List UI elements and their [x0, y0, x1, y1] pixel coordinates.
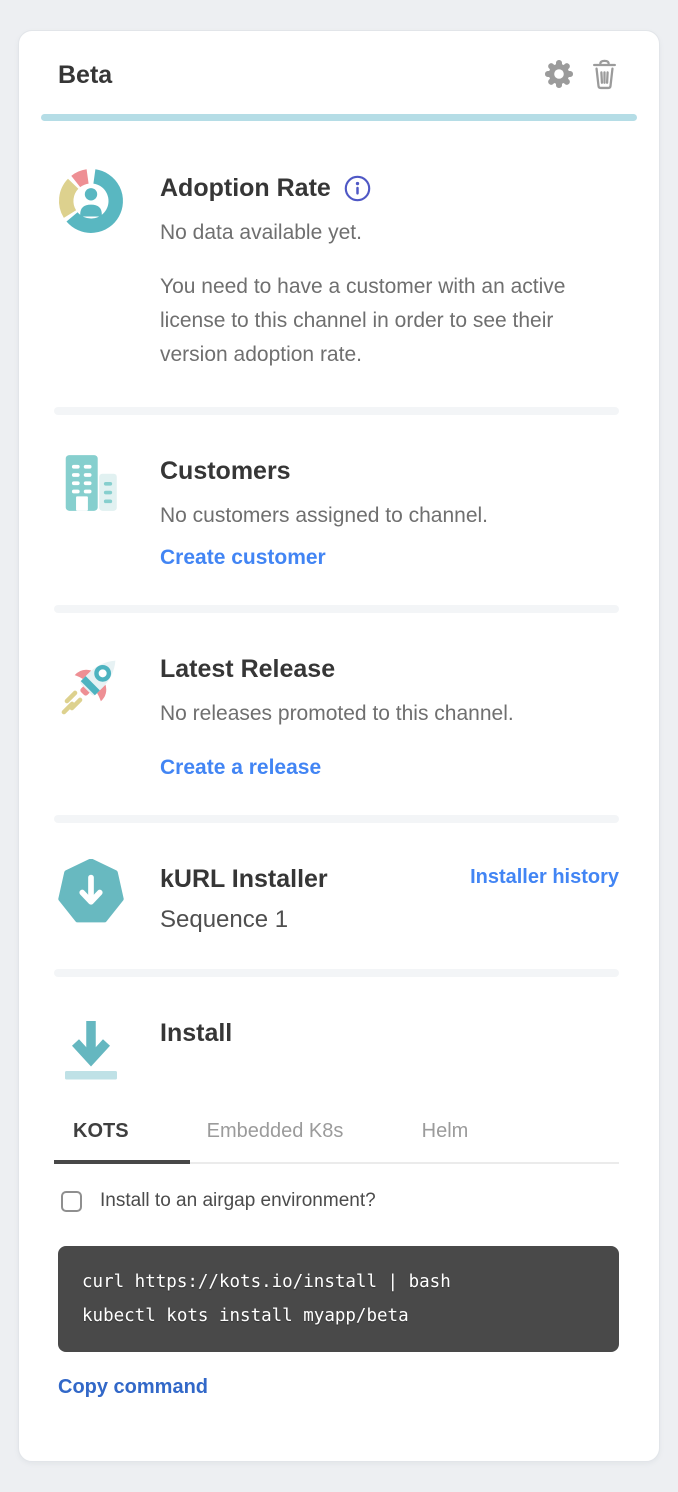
copy-command-link[interactable]: Copy command — [58, 1376, 208, 1399]
install-command-codeblock[interactable]: curl https://kots.io/install | bashkubec… — [58, 1246, 619, 1352]
command-line: curl https://kots.io/install | bash — [82, 1265, 595, 1299]
rocket-icon — [55, 649, 127, 726]
download-arrow-icon — [55, 1013, 127, 1090]
adoption-title-row: Adoption Rate — [160, 173, 619, 203]
installer-history-link[interactable]: Installer history — [470, 866, 619, 889]
installer-sequence: Sequence 1 — [160, 906, 328, 934]
info-icon[interactable] — [344, 175, 371, 202]
release-title: Latest Release — [160, 654, 335, 684]
gear-icon — [543, 58, 575, 93]
command-line: kubectl kots install myapp/beta — [82, 1299, 595, 1333]
channel-accent-bar — [41, 114, 637, 121]
airgap-label[interactable]: Install to an airgap environment? — [100, 1190, 376, 1212]
tab-embedded-k8s[interactable]: Embedded K8s — [190, 1120, 360, 1162]
channel-card: Beta — [18, 30, 660, 1462]
kurl-icon-col — [58, 859, 124, 934]
buildings-icon — [58, 451, 124, 522]
release-empty-text: No releases promoted to this channel. — [160, 697, 619, 731]
kurl-title: kURL Installer — [160, 864, 328, 894]
section-divider — [54, 407, 619, 415]
trash-icon — [590, 59, 619, 93]
airgap-option-row: Install to an airgap environment? — [61, 1190, 619, 1212]
release-icon-col — [58, 649, 124, 780]
channel-title: Beta — [58, 61, 112, 90]
adoption-icon-col — [58, 168, 124, 372]
create-release-link[interactable]: Create a release — [160, 756, 321, 780]
adoption-empty-body: You need to have a customer with an acti… — [160, 270, 619, 372]
adoption-empty-title: No data available yet. — [160, 216, 619, 250]
tab-helm[interactable]: Helm — [360, 1120, 530, 1162]
card-header: Beta — [19, 31, 659, 114]
install-tab-bar: KOTS Embedded K8s Helm — [54, 1120, 619, 1164]
adoption-title: Adoption Rate — [160, 173, 331, 203]
section-divider — [54, 969, 619, 977]
settings-button[interactable] — [543, 58, 575, 93]
page-background: Beta — [0, 0, 678, 1477]
delete-button[interactable] — [590, 59, 619, 93]
section-adoption-rate: Adoption Rate No data available yet. You… — [19, 121, 659, 407]
section-install: Install — [19, 977, 659, 1090]
tab-kots[interactable]: KOTS — [54, 1120, 190, 1164]
section-divider — [54, 815, 619, 823]
section-kurl-installer: kURL Installer Sequence 1 Installer hist… — [19, 823, 659, 969]
header-actions — [543, 58, 619, 93]
airgap-checkbox[interactable] — [61, 1191, 82, 1212]
install-icon-col — [58, 1013, 124, 1090]
adoption-rate-donut-icon — [58, 168, 124, 239]
section-latest-release: Latest Release No releases promoted to t… — [19, 613, 659, 815]
section-divider — [54, 605, 619, 613]
create-customer-link[interactable]: Create customer — [160, 546, 326, 570]
section-customers: Customers No customers assigned to chann… — [19, 415, 659, 605]
customers-empty-text: No customers assigned to channel. — [160, 499, 619, 533]
customers-title: Customers — [160, 456, 291, 486]
customers-icon-col — [58, 451, 124, 570]
kurl-heptagon-download-icon — [58, 859, 124, 930]
install-title: Install — [160, 1018, 232, 1048]
